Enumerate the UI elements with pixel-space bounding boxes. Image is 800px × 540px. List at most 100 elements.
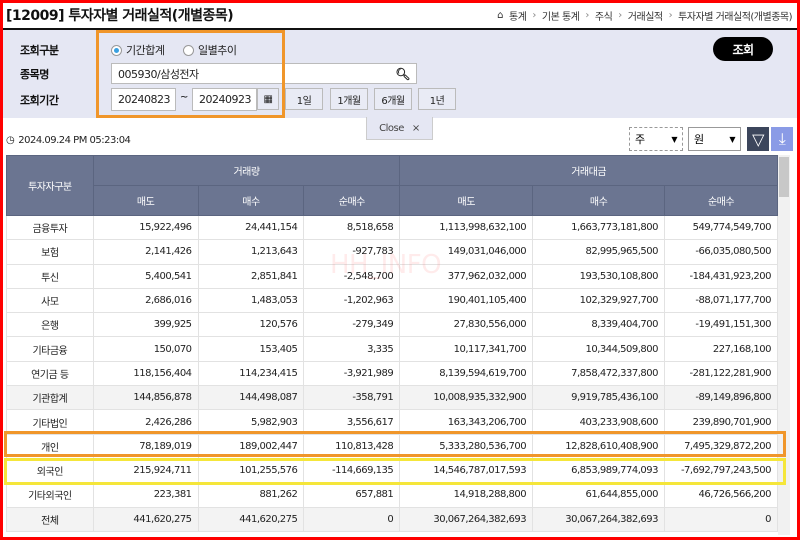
cell: 144,856,878 xyxy=(92,385,199,411)
row-label: 보험 xyxy=(6,239,94,265)
row-label: 기타법인 xyxy=(6,409,94,435)
row-label: 은행 xyxy=(6,312,94,338)
cell: 1,663,773,181,800 xyxy=(532,214,666,241)
table-row: 기타외국인 223,381 881,262 657,881 14,918,288,800… xyxy=(6,482,778,508)
cell: 5,400,541 xyxy=(92,263,199,289)
table-row: 연기금 등 118,156,404 114,234,415 -3,921,989 8,1… xyxy=(6,360,778,387)
col-1: 매수 xyxy=(197,185,305,216)
cell: 14,918,288,800 xyxy=(399,482,534,508)
cell: 190,401,105,400 xyxy=(399,287,534,314)
cell: 881,262 xyxy=(197,482,305,508)
cell: -358,791 xyxy=(303,385,401,411)
col-group-value: 거래대금 xyxy=(399,155,778,186)
scrollbar-thumb[interactable] xyxy=(779,157,789,197)
cell: 82,995,965,500 xyxy=(532,239,666,265)
table-row: 기타법인 2,426,286 5,982,903 3,556,617 163,343,2… xyxy=(6,409,778,435)
breadcrumb-item[interactable]: 주식 xyxy=(595,8,613,23)
col-5: 순매수 xyxy=(664,185,778,216)
chevron-right-icon: › xyxy=(668,10,673,21)
type-label: 조회구분 xyxy=(20,44,59,57)
cell: 144,498,087 xyxy=(197,385,305,411)
currency-select[interactable]: 원 ▼ xyxy=(688,127,741,151)
unit-value: 주 xyxy=(635,133,645,146)
cell: -281,122,281,900 xyxy=(664,360,778,387)
cell: 78,189,019 xyxy=(92,433,199,459)
breadcrumb-item[interactable]: 거래실적 xyxy=(628,8,663,23)
cell: 61,644,855,000 xyxy=(532,482,666,508)
cell: 403,233,908,600 xyxy=(532,409,666,435)
cell: -89,149,896,800 xyxy=(664,385,778,411)
item-label: 종목명 xyxy=(20,68,49,81)
cell: 8,139,594,619,700 xyxy=(399,360,534,387)
chevron-right-icon: › xyxy=(618,10,622,21)
table-row: 기타금융 150,070 153,405 3,335 10,117,341,700 10,… xyxy=(6,336,778,362)
table-row: 기관합계 144,856,878 144,498,087 -358,791 10,008… xyxy=(6,385,778,411)
quick-1year-button[interactable]: 1년 xyxy=(418,88,456,110)
cell: 8,339,404,700 xyxy=(532,312,666,338)
clock-icon: ◷ xyxy=(6,135,15,146)
chevron-right-icon: › xyxy=(532,10,536,21)
cell: 3,556,617 xyxy=(303,409,401,435)
home-icon[interactable]: ⌂ xyxy=(497,10,503,21)
unit-select[interactable]: 주 ▼ xyxy=(629,127,683,151)
timestamp-text: 2024.09.24 PM 05:23:04 xyxy=(18,135,131,146)
cell: 239,890,701,900 xyxy=(664,409,778,435)
cell: 2,426,286 xyxy=(92,409,199,435)
row-label: 투신 xyxy=(6,263,94,289)
cell: 30,067,264,382,693 xyxy=(532,506,666,532)
breadcrumb-item[interactable]: 통계 xyxy=(509,8,527,23)
row-label: 금융투자 xyxy=(6,214,94,241)
cell: 114,234,415 xyxy=(197,360,305,387)
table-row: 사모 2,686,016 1,483,053 -1,202,963 190,401,10… xyxy=(6,287,778,314)
cell: 0 xyxy=(303,506,401,532)
cell: 24,441,154 xyxy=(197,214,305,241)
col-0: 매도 xyxy=(92,185,199,216)
download-icon[interactable]: ⤓ xyxy=(771,127,793,151)
cell: 1,113,998,632,100 xyxy=(399,214,534,241)
cell: 0 xyxy=(664,506,778,532)
quick-1month-button[interactable]: 1개월 xyxy=(330,88,368,110)
search-button[interactable]: 조회 xyxy=(713,37,773,61)
watermark: HH_INFO xyxy=(330,250,442,280)
cell: -3,921,989 xyxy=(303,360,401,387)
table-row: 개인 78,189,019 189,002,447 110,813,428 5,333,… xyxy=(6,433,778,459)
cell: 7,495,329,872,200 xyxy=(664,433,778,459)
breadcrumb: ⌂ 통계 › 기본 통계 › 주식 › 거래실적 › 투자자별 거래실적(개별종목) xyxy=(497,8,792,23)
cell: 657,881 xyxy=(303,482,401,508)
cell: 12,828,610,408,900 xyxy=(532,433,666,459)
cell: 2,141,426 xyxy=(92,239,199,265)
cell: -66,035,080,500 xyxy=(664,239,778,265)
row-label: 개인 xyxy=(6,433,94,459)
quick-1day-button[interactable]: 1일 xyxy=(285,88,323,110)
table-row: 금융투자 15,922,496 24,441,154 8,518,658 1,113,9… xyxy=(6,214,778,241)
close-panel-button[interactable]: Close × xyxy=(366,117,433,140)
cell: 1,483,053 xyxy=(197,287,305,314)
breadcrumb-item[interactable]: 기본 통계 xyxy=(542,8,580,23)
scrollbar[interactable] xyxy=(778,155,790,535)
quick-6month-button[interactable]: 6개월 xyxy=(374,88,412,110)
breadcrumb-item[interactable]: 투자자별 거래실적(개별종목) xyxy=(678,8,792,23)
col-4: 매수 xyxy=(532,185,666,216)
cell: 10,117,341,700 xyxy=(399,336,534,362)
filter-icon[interactable]: ▽ xyxy=(747,127,769,151)
cell: -19,491,151,300 xyxy=(664,312,778,338)
cell: 27,830,556,000 xyxy=(399,312,534,338)
cell: 14,546,787,017,593 xyxy=(399,457,534,484)
cell: 441,620,275 xyxy=(197,506,305,532)
cell: 189,002,447 xyxy=(197,433,305,459)
dropdown-arrow-icon: ▼ xyxy=(671,134,677,144)
row-label: 전체 xyxy=(6,506,94,532)
cell: 10,344,509,800 xyxy=(532,336,666,362)
cell: 227,168,100 xyxy=(664,336,778,362)
table-row: 은행 399,925 120,576 -279,349 27,830,556,000 8,… xyxy=(6,312,778,338)
cell: -279,349 xyxy=(303,312,401,338)
cell: 10,008,935,332,900 xyxy=(399,385,534,411)
cell: -1,202,963 xyxy=(303,287,401,314)
cell: 150,070 xyxy=(92,336,199,362)
table-row: 외국인 215,924,711 101,255,576 -114,669,135 14,… xyxy=(6,457,778,484)
search-icon[interactable]: 🔍︎ xyxy=(395,67,410,81)
cell: 441,620,275 xyxy=(92,506,199,532)
cell: -7,692,797,243,500 xyxy=(664,457,778,484)
dropdown-arrow-icon: ▼ xyxy=(729,134,735,144)
cell: 5,982,903 xyxy=(197,409,305,435)
